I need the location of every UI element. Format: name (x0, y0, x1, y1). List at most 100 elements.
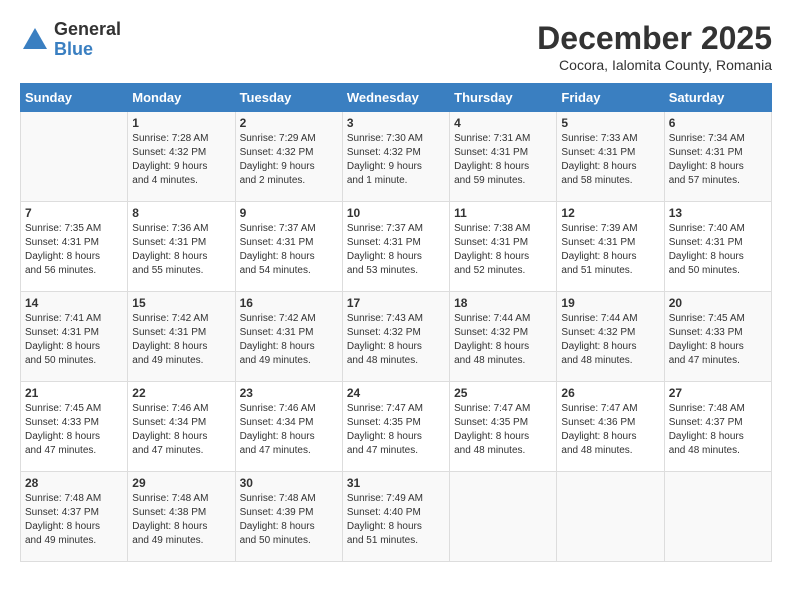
day-content: Sunrise: 7:42 AM Sunset: 4:31 PM Dayligh… (240, 313, 316, 366)
day-content: Sunrise: 7:34 AM Sunset: 4:31 PM Dayligh… (669, 133, 745, 186)
day-content: Sunrise: 7:38 AM Sunset: 4:31 PM Dayligh… (454, 223, 530, 276)
calendar-cell: 5Sunrise: 7:33 AM Sunset: 4:31 PM Daylig… (557, 112, 664, 202)
day-number: 22 (132, 386, 230, 400)
day-content: Sunrise: 7:36 AM Sunset: 4:31 PM Dayligh… (132, 223, 208, 276)
day-content: Sunrise: 7:48 AM Sunset: 4:37 PM Dayligh… (25, 493, 101, 546)
day-content: Sunrise: 7:42 AM Sunset: 4:31 PM Dayligh… (132, 313, 208, 366)
calendar-header: SundayMondayTuesdayWednesdayThursdayFrid… (21, 84, 772, 112)
day-content: Sunrise: 7:45 AM Sunset: 4:33 PM Dayligh… (669, 313, 745, 366)
calendar-cell (557, 472, 664, 562)
day-content: Sunrise: 7:44 AM Sunset: 4:32 PM Dayligh… (561, 313, 637, 366)
day-number: 20 (669, 296, 767, 310)
calendar-cell: 19 Sunrise: 7:44 AM Sunset: 4:32 PM Dayli… (557, 292, 664, 382)
calendar-cell: 13 Sunrise: 7:40 AM Sunset: 4:31 PM Dayli… (664, 202, 771, 292)
day-number: 14 (25, 296, 123, 310)
calendar-cell: 2 Sunrise: 7:29 AM Sunset: 4:32 PM Daylig… (235, 112, 342, 202)
weekday-header: Monday (128, 84, 235, 112)
calendar-cell: 31Sunrise: 7:49 AM Sunset: 4:40 PM Dayli… (342, 472, 449, 562)
calendar-cell: 27 Sunrise: 7:48 AM Sunset: 4:37 PM Dayli… (664, 382, 771, 472)
day-content: Sunrise: 7:48 AM Sunset: 4:39 PM Dayligh… (240, 493, 316, 546)
calendar-cell: 7Sunrise: 7:35 AM Sunset: 4:31 PM Daylig… (21, 202, 128, 292)
calendar-week-row: 14 Sunrise: 7:41 AM Sunset: 4:31 PM Dayli… (21, 292, 772, 382)
calendar-week-row: 7Sunrise: 7:35 AM Sunset: 4:31 PM Daylig… (21, 202, 772, 292)
day-number: 16 (240, 296, 338, 310)
logo-icon (20, 25, 50, 55)
weekday-header: Wednesday (342, 84, 449, 112)
day-content: Sunrise: 7:29 AM Sunset: 4:32 PM Dayligh… (240, 133, 316, 186)
calendar-cell: 15Sunrise: 7:42 AM Sunset: 4:31 PM Dayli… (128, 292, 235, 382)
day-number: 21 (25, 386, 123, 400)
weekday-header: Saturday (664, 84, 771, 112)
day-content: Sunrise: 7:28 AM Sunset: 4:32 PM Dayligh… (132, 133, 208, 186)
day-number: 25 (454, 386, 552, 400)
calendar-cell: 17 Sunrise: 7:43 AM Sunset: 4:32 PM Dayli… (342, 292, 449, 382)
day-number: 4 (454, 116, 552, 130)
calendar-cell: 23Sunrise: 7:46 AM Sunset: 4:34 PM Dayli… (235, 382, 342, 472)
logo-blue: Blue (54, 40, 121, 60)
day-content: Sunrise: 7:40 AM Sunset: 4:31 PM Dayligh… (669, 223, 745, 276)
calendar-cell: 28 Sunrise: 7:48 AM Sunset: 4:37 PM Dayli… (21, 472, 128, 562)
calendar-cell: 4 Sunrise: 7:31 AM Sunset: 4:31 PM Daylig… (450, 112, 557, 202)
day-number: 5 (561, 116, 659, 130)
day-content: Sunrise: 7:30 AM Sunset: 4:32 PM Dayligh… (347, 133, 423, 186)
location: Cocora, Ialomita County, Romania (537, 57, 772, 73)
title-area: December 2025 Cocora, Ialomita County, R… (537, 20, 772, 73)
calendar-cell (21, 112, 128, 202)
day-content: Sunrise: 7:43 AM Sunset: 4:32 PM Dayligh… (347, 313, 423, 366)
day-content: Sunrise: 7:46 AM Sunset: 4:34 PM Dayligh… (240, 403, 316, 456)
day-number: 19 (561, 296, 659, 310)
day-content: Sunrise: 7:35 AM Sunset: 4:31 PM Dayligh… (25, 223, 101, 276)
day-content: Sunrise: 7:31 AM Sunset: 4:31 PM Dayligh… (454, 133, 530, 186)
day-number: 26 (561, 386, 659, 400)
day-number: 30 (240, 476, 338, 490)
calendar-cell: 6Sunrise: 7:34 AM Sunset: 4:31 PM Daylig… (664, 112, 771, 202)
day-number: 18 (454, 296, 552, 310)
day-number: 17 (347, 296, 445, 310)
day-number: 31 (347, 476, 445, 490)
day-content: Sunrise: 7:37 AM Sunset: 4:31 PM Dayligh… (347, 223, 423, 276)
day-content: Sunrise: 7:44 AM Sunset: 4:32 PM Dayligh… (454, 313, 530, 366)
calendar-cell: 22 Sunrise: 7:46 AM Sunset: 4:34 PM Dayli… (128, 382, 235, 472)
day-number: 2 (240, 116, 338, 130)
day-number: 10 (347, 206, 445, 220)
logo-text: General Blue (54, 20, 121, 60)
day-content: Sunrise: 7:48 AM Sunset: 4:37 PM Dayligh… (669, 403, 745, 456)
day-number: 24 (347, 386, 445, 400)
day-number: 11 (454, 206, 552, 220)
day-number: 1 (132, 116, 230, 130)
logo-general: General (54, 20, 121, 40)
calendar-cell: 26 Sunrise: 7:47 AM Sunset: 4:36 PM Dayli… (557, 382, 664, 472)
day-content: Sunrise: 7:37 AM Sunset: 4:31 PM Dayligh… (240, 223, 316, 276)
day-content: Sunrise: 7:47 AM Sunset: 4:35 PM Dayligh… (454, 403, 530, 456)
day-number: 3 (347, 116, 445, 130)
day-content: Sunrise: 7:47 AM Sunset: 4:36 PM Dayligh… (561, 403, 637, 456)
day-number: 12 (561, 206, 659, 220)
calendar-week-row: 21 Sunrise: 7:45 AM Sunset: 4:33 PM Dayli… (21, 382, 772, 472)
weekday-header: Thursday (450, 84, 557, 112)
calendar-cell (450, 472, 557, 562)
weekday-header: Sunday (21, 84, 128, 112)
day-content: Sunrise: 7:41 AM Sunset: 4:31 PM Dayligh… (25, 313, 101, 366)
day-number: 27 (669, 386, 767, 400)
calendar-cell: 9Sunrise: 7:37 AM Sunset: 4:31 PM Daylig… (235, 202, 342, 292)
calendar-cell: 16 Sunrise: 7:42 AM Sunset: 4:31 PM Dayli… (235, 292, 342, 382)
page-header: General Blue December 2025 Cocora, Ialom… (20, 20, 772, 73)
calendar-cell: 14 Sunrise: 7:41 AM Sunset: 4:31 PM Dayli… (21, 292, 128, 382)
weekday-row: SundayMondayTuesdayWednesdayThursdayFrid… (21, 84, 772, 112)
day-content: Sunrise: 7:48 AM Sunset: 4:38 PM Dayligh… (132, 493, 208, 546)
day-content: Sunrise: 7:45 AM Sunset: 4:33 PM Dayligh… (25, 403, 101, 456)
day-content: Sunrise: 7:46 AM Sunset: 4:34 PM Dayligh… (132, 403, 208, 456)
calendar-cell: 10 Sunrise: 7:37 AM Sunset: 4:31 PM Dayli… (342, 202, 449, 292)
day-number: 13 (669, 206, 767, 220)
calendar-table: SundayMondayTuesdayWednesdayThursdayFrid… (20, 83, 772, 562)
calendar-cell: 12Sunrise: 7:39 AM Sunset: 4:31 PM Dayli… (557, 202, 664, 292)
calendar-cell: 25 Sunrise: 7:47 AM Sunset: 4:35 PM Dayli… (450, 382, 557, 472)
day-number: 28 (25, 476, 123, 490)
weekday-header: Tuesday (235, 84, 342, 112)
calendar-cell: 20 Sunrise: 7:45 AM Sunset: 4:33 PM Dayli… (664, 292, 771, 382)
calendar-cell: 29 Sunrise: 7:48 AM Sunset: 4:38 PM Dayli… (128, 472, 235, 562)
calendar-body: 1 Sunrise: 7:28 AM Sunset: 4:32 PM Daylig… (21, 112, 772, 562)
day-number: 29 (132, 476, 230, 490)
calendar-week-row: 28 Sunrise: 7:48 AM Sunset: 4:37 PM Dayli… (21, 472, 772, 562)
calendar-cell: 1 Sunrise: 7:28 AM Sunset: 4:32 PM Daylig… (128, 112, 235, 202)
